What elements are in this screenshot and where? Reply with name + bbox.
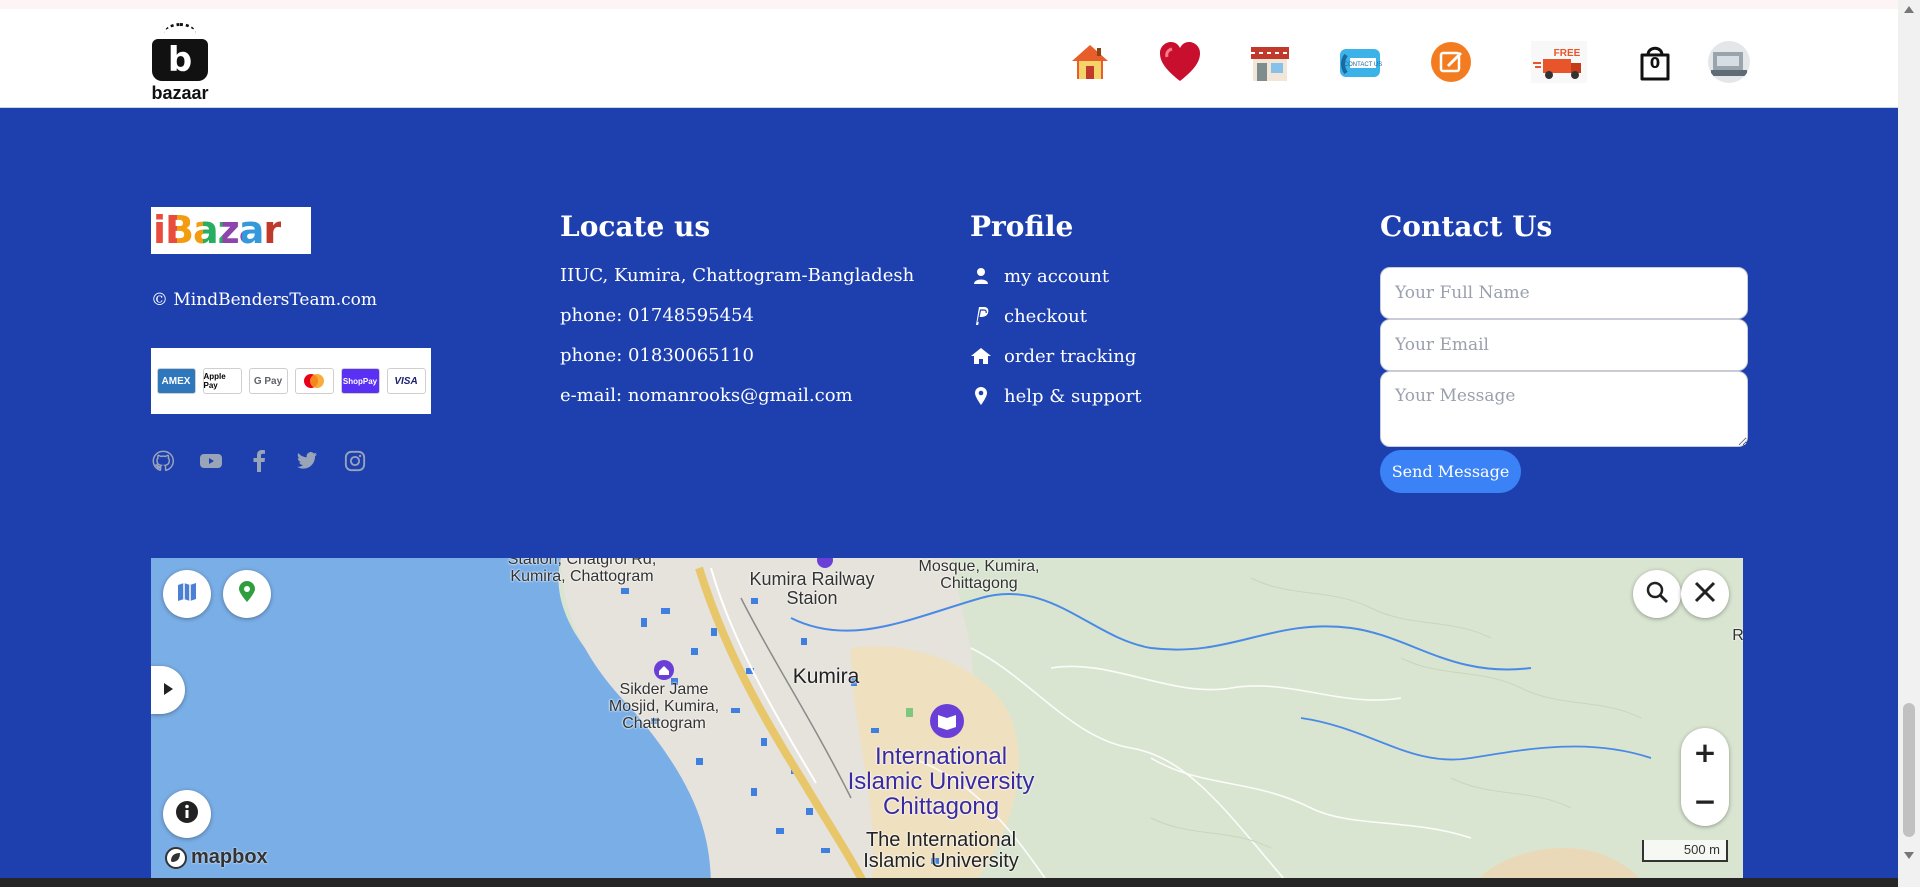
message-field[interactable]	[1380, 371, 1748, 447]
mapbox-text: mapbox	[191, 846, 268, 868]
profile-link-label: my account	[1004, 265, 1110, 287]
amex-icon: AMEX	[156, 368, 196, 394]
profile-link-checkout[interactable]: checkout	[970, 303, 1142, 329]
profile-title: Profile	[970, 210, 1074, 243]
contact-section: Contact Us	[1380, 206, 1552, 243]
address-text: IIUC, Kumira, Chattogram-Bangladesh	[560, 265, 915, 286]
info-icon	[175, 800, 199, 828]
instagram-icon[interactable]	[343, 449, 367, 473]
mapbox-logo[interactable]: mapbox	[165, 846, 268, 869]
map-search-button[interactable]	[1633, 570, 1681, 618]
user-icon	[970, 267, 992, 285]
zoom-in-button[interactable]: +	[1681, 728, 1729, 777]
copyright-text: © MindBendersTeam.com	[151, 290, 377, 310]
twitter-icon[interactable]	[295, 449, 319, 473]
navbar: b bazaar CONTACT US FREE 0	[0, 9, 1898, 108]
profile-link-label: checkout	[1004, 305, 1087, 327]
youtube-icon[interactable]	[199, 449, 223, 473]
map-label-iiuc: International Islamic University Chittag…	[847, 743, 1035, 821]
profile-link-label: order tracking	[1004, 345, 1137, 367]
map-label-edge: R	[1732, 627, 1743, 644]
map-zoom-control: + −	[1681, 728, 1729, 826]
map-info-button[interactable]	[163, 790, 211, 838]
top-accent-line	[0, 0, 1920, 9]
contact-icon[interactable]: CONTACT US	[1337, 39, 1383, 85]
store-icon[interactable]	[1247, 39, 1293, 85]
scroll-thumb[interactable]	[1903, 703, 1915, 837]
blog-icon[interactable]	[1428, 39, 1474, 85]
map-label-kumira: Kumira	[792, 665, 860, 688]
paypal-icon	[970, 306, 992, 326]
map-label-station: Station, Chatgrol Rd, Kumira, Chattogram	[507, 558, 657, 585]
facebook-icon[interactable]	[247, 449, 271, 473]
map-locate-button[interactable]	[223, 570, 271, 618]
logo-letter: b	[167, 40, 193, 80]
map-label-railway: Kumira Railway Staion	[749, 569, 875, 608]
cart-count: 0	[1649, 54, 1661, 72]
locate-title: Locate us	[560, 210, 711, 243]
free-delivery-icon[interactable]: FREE	[1530, 39, 1588, 85]
play-right-icon	[162, 681, 174, 700]
ibazar-logo: iBazar	[151, 207, 311, 254]
google-pay-icon: G Pay	[248, 368, 288, 394]
visa-icon: VISA	[386, 368, 426, 394]
phone-1-text: phone: 01748595454	[560, 305, 754, 326]
location-pin-icon	[238, 581, 256, 607]
home-icon	[970, 347, 992, 365]
apple-pay-icon: Apple Pay	[202, 368, 242, 394]
map-label-mosque: Mosque, Kumira, Chittagong	[918, 558, 1040, 592]
zoom-out-button[interactable]: −	[1681, 777, 1729, 826]
map-label-sikder: Sikder Jame Mosjid, Kumira, Chattogram	[608, 681, 720, 732]
mastercard-icon	[294, 368, 334, 394]
github-icon[interactable]	[151, 449, 175, 473]
social-links	[151, 449, 367, 473]
map-fold-icon	[176, 581, 198, 607]
map-label-iiuc-2: The International Islamic University	[863, 829, 1019, 872]
map-scale: 500 m	[1642, 840, 1728, 862]
contact-title: Contact Us	[1380, 210, 1553, 243]
profile-link-order-tracking[interactable]: order tracking	[970, 343, 1142, 369]
map-style-button[interactable]	[163, 570, 211, 618]
close-icon	[1693, 580, 1717, 608]
profile-link-label: help & support	[1004, 385, 1142, 407]
phone-2-text: phone: 01830065110	[560, 345, 754, 366]
location-pin-icon	[970, 386, 992, 406]
svg-text:CONTACT US: CONTACT US	[1344, 62, 1382, 68]
search-icon	[1645, 580, 1669, 608]
email-field[interactable]	[1380, 319, 1748, 371]
ibazar-logo-text: iBazar	[153, 208, 282, 252]
bazaar-logo[interactable]: b bazaar	[148, 21, 212, 103]
payment-methods: AMEX Apple Pay G Pay ShopPay VISA	[151, 348, 431, 414]
user-avatar-icon[interactable]	[1706, 39, 1752, 85]
shop-pay-icon: ShopPay	[340, 368, 380, 394]
profile-link-my-account[interactable]: my account	[970, 263, 1142, 289]
bottom-bar	[0, 878, 1898, 887]
heart-icon[interactable]	[1157, 39, 1203, 85]
svg-text:FREE: FREE	[1554, 48, 1581, 59]
logo-text: bazaar	[151, 83, 209, 103]
profile-link-help-support[interactable]: help & support	[970, 383, 1142, 409]
cart-icon[interactable]: 0	[1632, 39, 1678, 85]
home-icon[interactable]	[1067, 39, 1113, 85]
send-message-button[interactable]: Send Message	[1380, 450, 1521, 493]
page-scrollbar[interactable]	[1898, 0, 1920, 887]
map-close-button[interactable]	[1681, 570, 1729, 618]
full-name-field[interactable]	[1380, 267, 1748, 319]
scroll-up-arrow-icon[interactable]	[1904, 6, 1914, 13]
locate-section: Locate us IIUC, Kumira, Chattogram-Bangl…	[560, 206, 914, 409]
location-map[interactable]: Station, Chatgrol Rd, Kumira, Chattogram…	[151, 558, 1743, 887]
scroll-down-arrow-icon[interactable]	[1904, 852, 1914, 859]
email-text: e-mail: nomanrooks@gmail.com	[560, 385, 853, 406]
profile-section: Profile my account checkout order tracki…	[970, 206, 1142, 409]
